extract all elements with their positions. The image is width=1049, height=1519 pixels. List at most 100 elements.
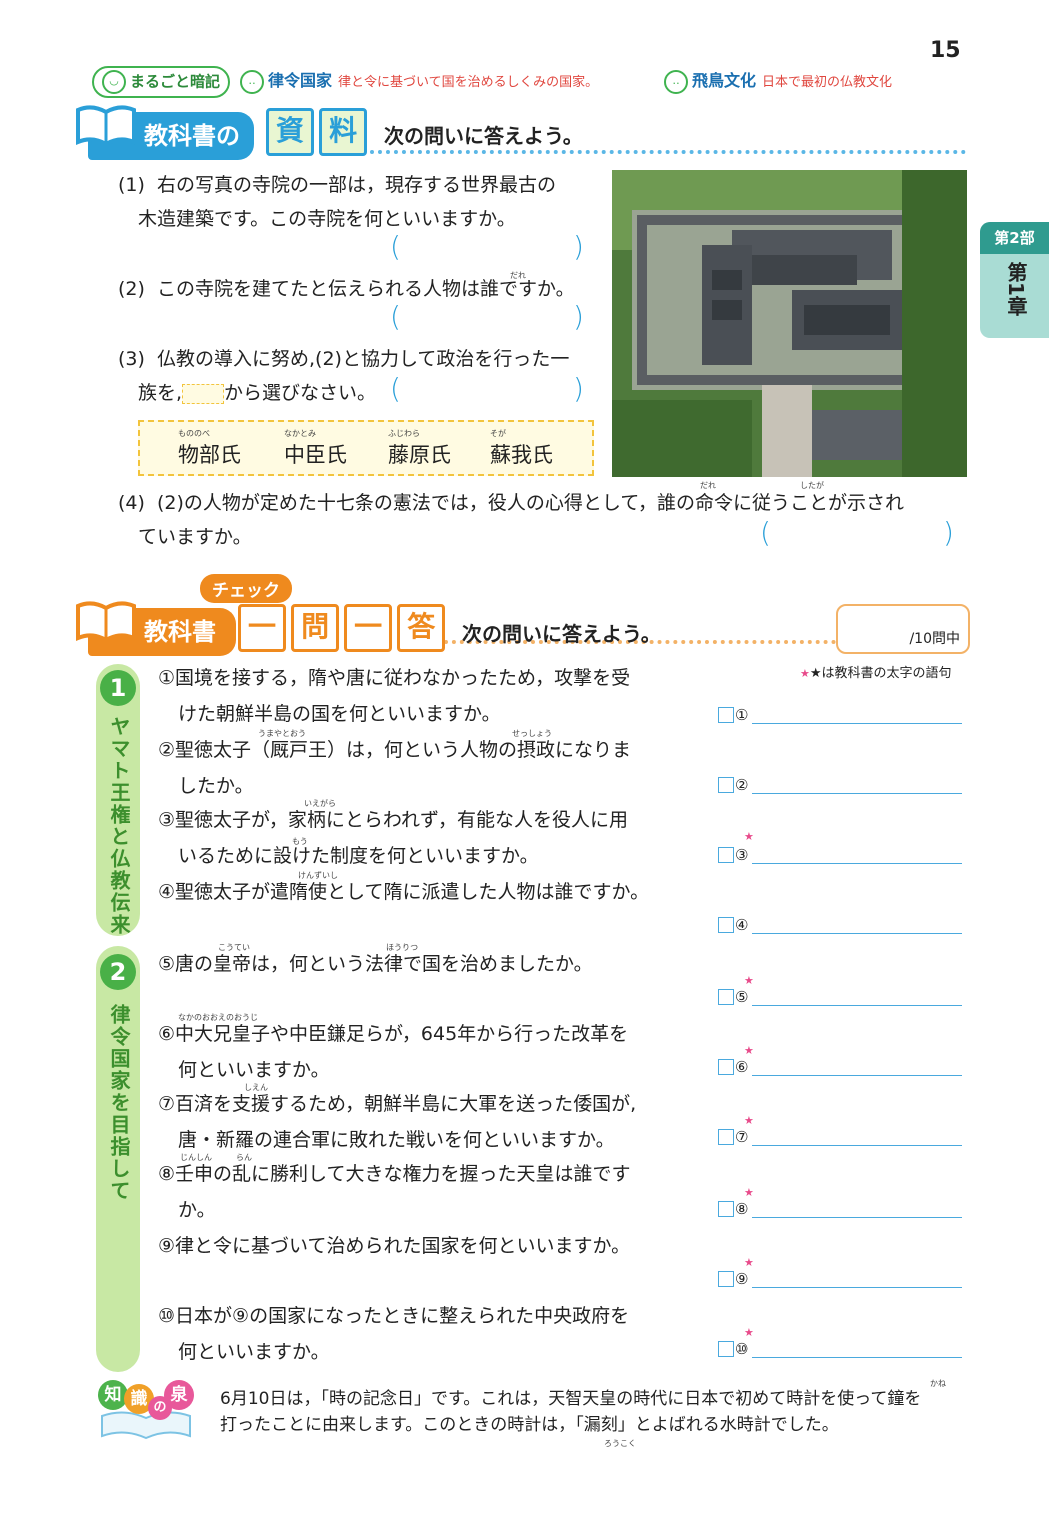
checkbox[interactable] (718, 1200, 734, 1217)
chapter-label: 第1章 (1004, 262, 1028, 316)
ruby: もののべ (178, 429, 210, 438)
score-box[interactable]: /10問中 (836, 604, 970, 654)
ruby: そが (490, 429, 506, 438)
head-box: 一 (238, 604, 286, 652)
q-line: いるために設けた制度を何といいますか。 (178, 845, 539, 867)
q-line: (2)の人物が定めた十七条の憲法では，役人の心得として，誰の命令に従うことが示さ… (157, 492, 905, 514)
smile-icon: ‥ (240, 69, 264, 94)
checkbox[interactable] (718, 776, 734, 793)
q-line: ⑥中大兄皇子や中臣鎌足らが，645年から行った改革を (158, 1023, 629, 1045)
q-line: ③聖徳太子が，家柄にとらわれず，有能な人を役人に用 (158, 809, 628, 831)
q-line: ⑧壬申の乱に勝利して大きな権力を握った天皇は誰です (158, 1163, 631, 1185)
answer-9[interactable]: ⑨ (718, 1268, 963, 1290)
qa-question-9: ⑨律と令に基づいて治められた国家を何といいますか。 (158, 1228, 630, 1264)
checkbox[interactable] (718, 706, 734, 723)
star-icon: ★ (744, 830, 754, 843)
group-title: 律令国家を目指して (107, 1004, 131, 1202)
answer-7[interactable]: ⑦ (718, 1126, 963, 1148)
q-line: この寺院を建てたと伝えられる人物は誰ですか。 (157, 278, 575, 300)
q-line: 仏教の導入に努め,(2)と協力して政治を行った一 (157, 348, 570, 370)
answer-line[interactable] (752, 1356, 963, 1358)
choice-1: もののべ 物部氏 (178, 428, 241, 469)
qa-question-7: ⑦百済を支援するため，朝鮮半島に大軍を送った倭国が, 唐・新羅の連合軍に敗れた戦… (158, 1086, 636, 1158)
choice-label: 蘇我氏 (490, 443, 553, 467)
answer-8[interactable]: ⑧ (718, 1198, 963, 1220)
answer-10[interactable]: ⑩ (718, 1338, 963, 1360)
star-note-text: ★は教科書の太字の語句 (809, 666, 952, 681)
checkbox[interactable] (718, 1340, 734, 1357)
star-note: ★★は教科書の太字の語句 (800, 662, 952, 681)
answer-paren-2[interactable]: () (390, 300, 584, 333)
q-line: 唐・新羅の連合軍に敗れた戦いを何といいますか。 (178, 1129, 615, 1151)
q-number: (1) (118, 174, 145, 196)
temple-photo (612, 170, 967, 477)
q-line: ⑦百済を支援するため，朝鮮半島に大軍を送った倭国が, (158, 1093, 637, 1115)
qa-question-8: ⑧壬申の乱に勝利して大きな権力を握った天皇は誰です か。 (158, 1156, 630, 1228)
instruction: 次の問いに答えよう。 (384, 124, 583, 148)
q-line: けた朝鮮半島の国を何といいますか。 (178, 703, 501, 725)
qa-question-4: ④聖徳太子が遣隋使として隋に派遣した人物は誰ですか。 (158, 874, 649, 910)
q-line: ④聖徳太子が遣隋使として隋に派遣した人物は誰ですか。 (158, 881, 650, 903)
choice-label: 中臣氏 (284, 443, 347, 467)
smile-icon: ◡ (102, 70, 126, 94)
qa-question-1: ①国境を接する，隋や唐に従わなかったため，攻撃を受 けた朝鮮半島の国を何といいま… (158, 660, 630, 732)
answer-line[interactable] (752, 1004, 963, 1006)
checkbox[interactable] (718, 846, 734, 863)
answer-line[interactable] (752, 1216, 963, 1218)
qa-question-5: ⑤唐の皇帝は，何という法律で国を治めましたか。 (158, 946, 593, 982)
head-box: 問 (291, 604, 340, 652)
answer-2[interactable]: ② (718, 774, 963, 796)
summary-item-1: ‥ 律令国家 律と令に基づいて国を治めるしくみの国家。 (240, 67, 598, 94)
tip-badge: 知 識 の 泉 (96, 1380, 196, 1442)
checkbox[interactable] (718, 1058, 734, 1075)
answer-paren-4[interactable]: () (760, 516, 954, 549)
q-line: ②聖徳太子（厩戸王）は，何という人物の摂政になりま (158, 739, 632, 761)
answer-4[interactable]: ④ (718, 914, 963, 936)
answer-line[interactable] (752, 722, 963, 724)
tip-char: 泉 (164, 1380, 194, 1410)
section-head-label: 教科書の (144, 122, 240, 150)
q-line: 木造建築です。この寺院を何といいますか。 (138, 208, 516, 230)
ruby: ふじわら (388, 429, 420, 438)
q-line: ⑨律と令に基づいて治められた国家を何といいますか。 (158, 1235, 631, 1257)
summary-badge: ◡ まるごと暗記 (92, 66, 231, 98)
head-box: 料 (319, 108, 368, 156)
answer-paren-1[interactable]: () (390, 230, 584, 263)
answer-line[interactable] (752, 1144, 963, 1146)
ruby: なかとみ (284, 429, 316, 438)
choice-box: もののべ 物部氏 なかとみ 中臣氏 ふじわら 藤原氏 そが 蘇我氏 (138, 420, 594, 476)
checkbox[interactable] (718, 988, 734, 1005)
answer-line[interactable] (752, 1286, 963, 1288)
answer-5[interactable]: ⑤ (718, 986, 963, 1008)
answer-line[interactable] (752, 1074, 963, 1076)
page-number: 15 (930, 38, 961, 63)
tip-text: 6月10日は，「時の記念日」です。これは，天智天皇の時代に日本で初めて時計を使っ… (220, 1386, 921, 1438)
choice-2: なかとみ 中臣氏 (284, 428, 347, 469)
answer-line[interactable] (752, 932, 963, 934)
group-1-sidebar: 1 ヤマト王権と仏教伝来 (96, 664, 140, 936)
answer-6[interactable]: ⑥ (718, 1056, 963, 1078)
answer-paren-3[interactable]: () (390, 372, 584, 405)
answer-line[interactable] (752, 792, 963, 794)
qa-question-2: ②聖徳太子（厩戸王）は，何という人物の摂政になりま したか。 (158, 732, 631, 804)
group-number: 1 (100, 670, 136, 706)
answer-1[interactable]: ① (718, 704, 963, 726)
answer-number: ③ (735, 845, 749, 864)
book-icon (76, 601, 136, 642)
summary-def: 律と令に基づいて国を治めるしくみの国家。 (338, 75, 599, 90)
tip-line: 6月10日は，「時の記念日」です。これは，天智天皇の時代に日本で初めて時計を使っ… (220, 1389, 922, 1409)
score-label: /10問中 (909, 631, 960, 647)
ruby: ろうこく (604, 1439, 636, 1448)
answer-3[interactable]: ③ (718, 844, 963, 866)
checkbox[interactable] (718, 916, 734, 933)
checkbox[interactable] (718, 1128, 734, 1145)
question-1: (1) 右の写真の寺院の一部は，現存する世界最古の 木造建築です。この寺院を何と… (118, 168, 556, 236)
checkbox[interactable] (718, 1270, 734, 1287)
qa-question-6: ⑥中大兄皇子や中臣鎌足らが，645年から行った改革を 何といいますか。 (158, 1016, 628, 1088)
q-line: 何といいますか。 (178, 1341, 330, 1363)
answer-line[interactable] (752, 862, 963, 864)
head-box: 答 (397, 604, 446, 652)
q-line: ⑤唐の皇帝は，何という法律で国を治めましたか。 (158, 953, 593, 975)
summary-badge-label: まるごと暗記 (130, 72, 221, 91)
section-head-label: 教科書 (144, 618, 216, 646)
